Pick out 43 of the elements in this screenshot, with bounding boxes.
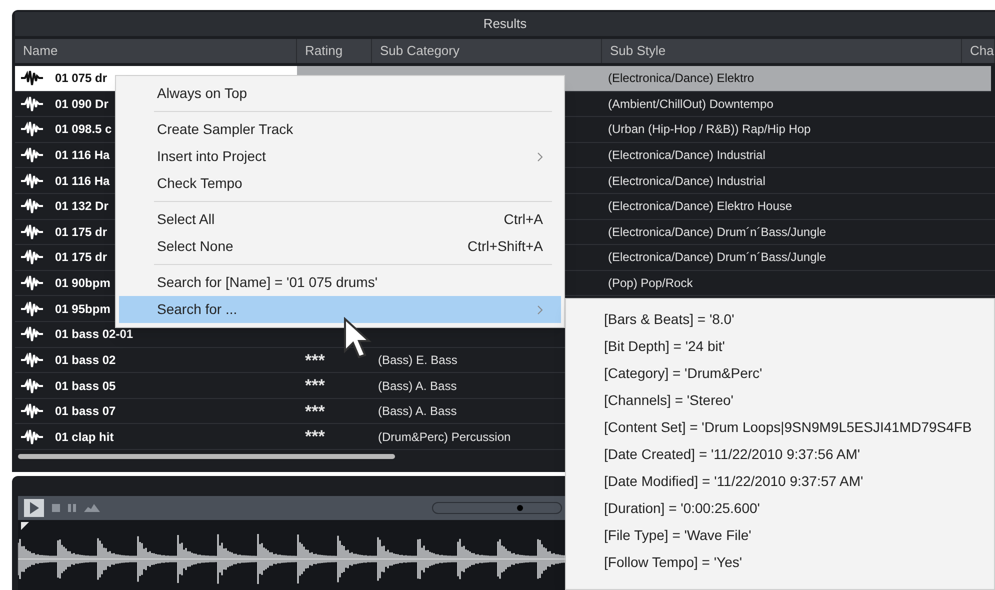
- table-cell-text: 01 132 Dr: [55, 198, 108, 216]
- table-cell-text: 01 116 Ha: [55, 172, 110, 190]
- table-cell-text: 01 075 dr: [55, 70, 108, 88]
- rating-stars: ***: [304, 426, 325, 448]
- table-cell-text: 01 175 dr: [55, 224, 108, 241]
- table-cell-text: 01 098.5 c: [55, 121, 112, 138]
- table-cell-text: (Pop) Pop/Rock: [608, 275, 693, 292]
- menu-item-label: Select None: [157, 237, 234, 256]
- table-cell-text: (Electronica/Dance) Drum´n´Bass/Jungle: [608, 224, 826, 241]
- table-cell-text: 01 bass 07: [55, 403, 116, 420]
- table-cell-text: (Bass) E. Bass: [378, 352, 458, 370]
- table-cell-text: 01 95bpm: [55, 300, 110, 318]
- table-cell-text: (Electronica/Dance) Elektro: [608, 70, 754, 88]
- table-cell-text: 01 bass 02-01: [55, 326, 134, 344]
- table-cell-text: (Electronica/Dance) Industrial: [608, 172, 766, 190]
- table-cell-text: (Bass) A. Bass: [378, 378, 457, 395]
- shortcut-label: Ctrl+A: [504, 210, 543, 229]
- table-cell-text: (Electronica/Dance) Drum´n´Bass/Jungle: [608, 249, 826, 266]
- panel-title: Results: [483, 15, 527, 34]
- rating-stars: ***: [304, 375, 325, 398]
- table-cell-text: 01 bass 02: [55, 352, 116, 370]
- table-cell-text: 01 90bpm: [55, 275, 110, 292]
- table-cell-text: (Electronica/Dance) Elektro House: [608, 198, 792, 216]
- shortcut-label: Ctrl+Shift+A: [468, 237, 543, 256]
- rating-stars: ***: [304, 350, 325, 372]
- menu-item-label: Search for ...: [157, 300, 238, 319]
- table-cell-text: 01 clap hit: [55, 429, 114, 446]
- menu-item-label: Check Tempo: [157, 174, 244, 193]
- menu-item-label: Select All: [157, 210, 216, 229]
- table-cell-text: (Drum&Perc) Percussion: [378, 429, 511, 446]
- table-cell-text: 01 090 Dr: [55, 96, 108, 113]
- table-cell-text: 01 116 Ha: [55, 147, 110, 164]
- table-cell-text: (Ambient/ChillOut) Downtempo: [608, 96, 774, 113]
- table-cell-text: (Urban (Hip-Hop / R&B)) Rap/Hip Hop: [608, 121, 811, 138]
- table-cell-text: 01 bass 05: [55, 378, 116, 395]
- table-cell-text: (Bass) A. Bass: [378, 403, 457, 420]
- menu-item-label: Search for [Name] = '01 075 drums': [157, 273, 379, 292]
- menu-item-label: Always on Top: [157, 84, 248, 103]
- table-cell-text: 01 175 dr: [55, 249, 108, 266]
- menu-item-label: Create Sampler Track: [157, 120, 294, 139]
- rating-stars: ***: [304, 400, 325, 423]
- table-cell-text: (Electronica/Dance) Industrial: [608, 147, 766, 164]
- menu-item-label: Insert into Project: [157, 147, 267, 166]
